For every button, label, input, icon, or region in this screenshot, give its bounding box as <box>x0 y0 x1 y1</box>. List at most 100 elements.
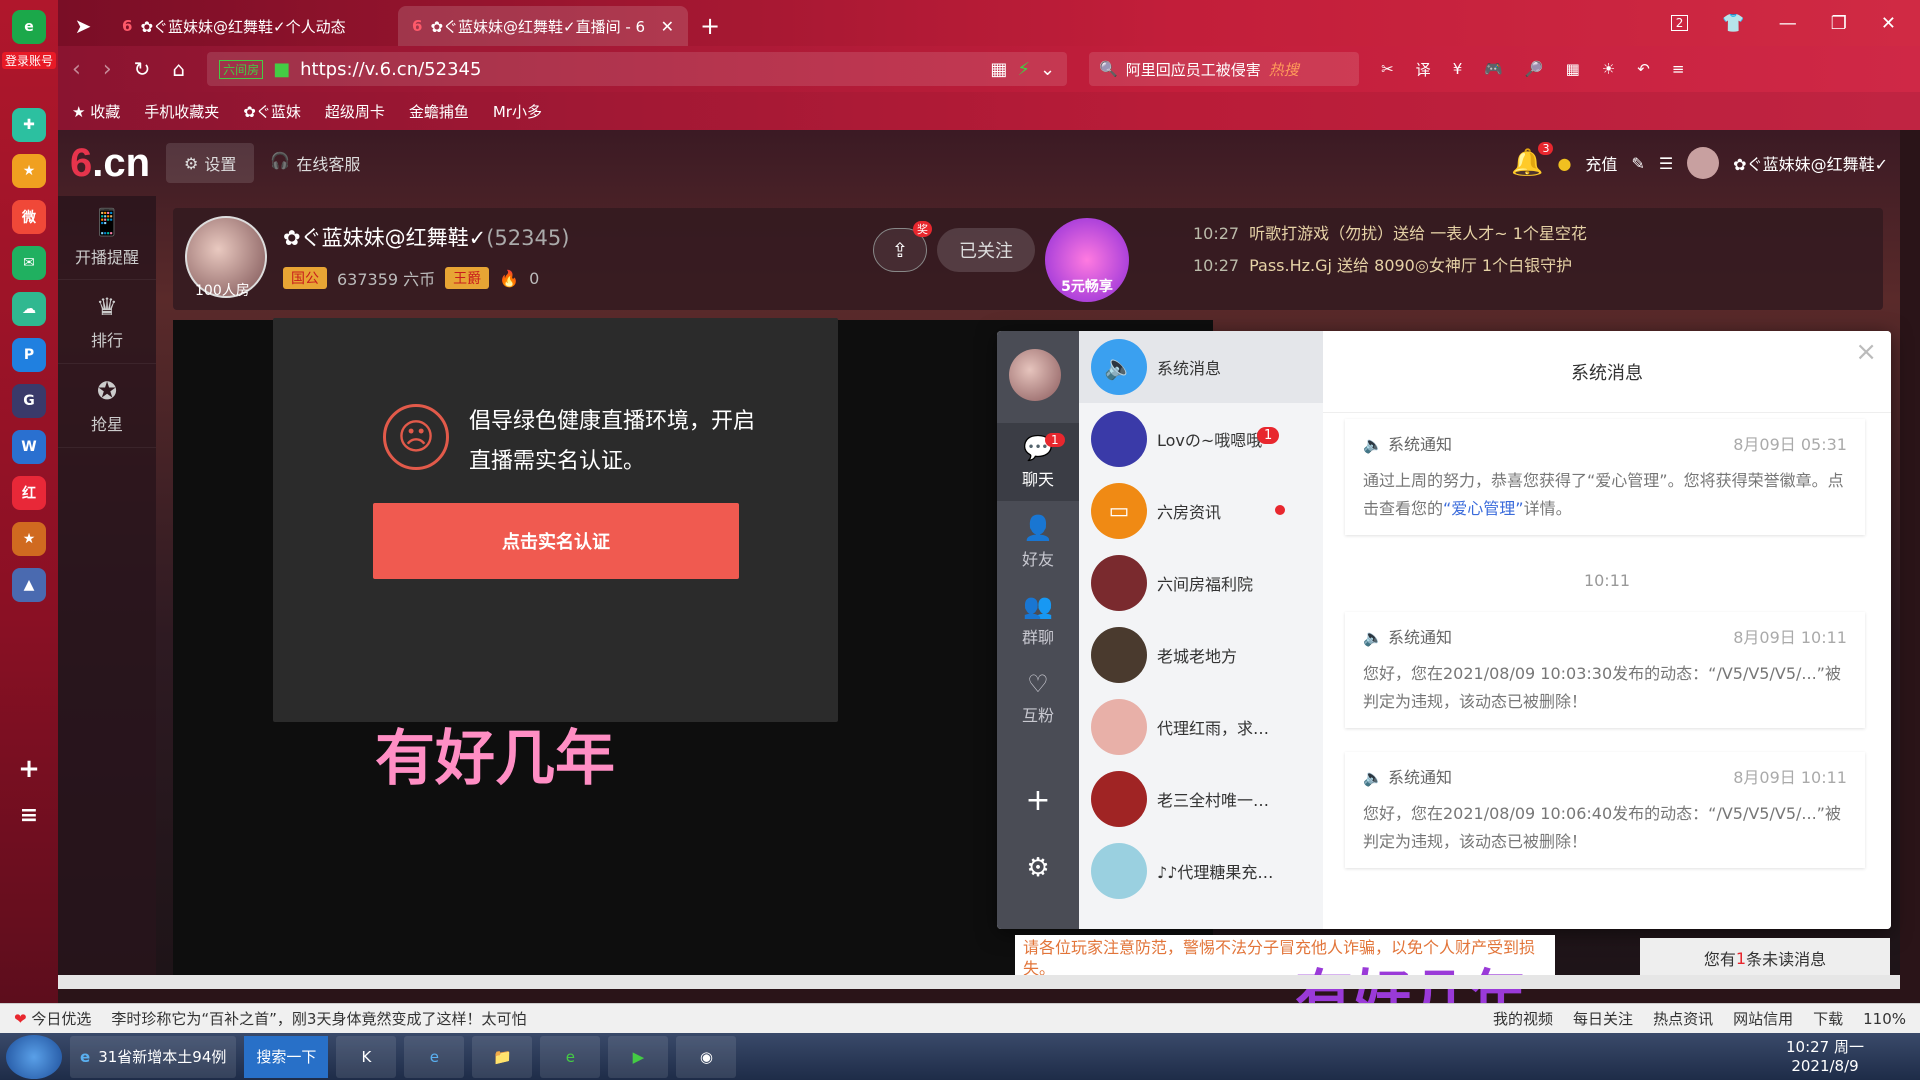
horizontal-scrollbar[interactable] <box>58 975 1900 989</box>
menu-icon[interactable]: ≡ <box>1672 60 1685 78</box>
chat-user-avatar[interactable] <box>1009 349 1061 401</box>
game-app-icon[interactable]: G <box>12 384 46 418</box>
app-icon[interactable]: ◉ <box>676 1035 737 1078</box>
recharge-link[interactable]: 充值 <box>1585 151 1617 175</box>
rail-chat[interactable]: 💬 聊天 1 <box>997 423 1079 501</box>
lightning-icon[interactable]: ⚡ <box>1017 59 1030 80</box>
chat-settings-icon[interactable]: ⚙ <box>997 829 1079 907</box>
ie-browser-icon[interactable]: e <box>404 1035 465 1078</box>
message-link[interactable]: “爱心管理” <box>1443 499 1524 518</box>
conversation-item[interactable]: 代理红雨，求… <box>1079 691 1323 763</box>
my-videos-link[interactable]: 我的视频 <box>1493 1008 1553 1029</box>
cut-icon[interactable]: ✂ <box>1381 60 1394 78</box>
news-link[interactable]: ❤ 今日优选 <box>14 1008 91 1029</box>
site-credit-link[interactable]: 网站信用 <box>1733 1008 1793 1029</box>
search-input[interactable]: 阿里回应员工被侵害 <box>1126 59 1261 80</box>
rail-groups[interactable]: 👥 群聊 <box>997 581 1079 659</box>
close-chat-icon[interactable]: × <box>1855 337 1877 367</box>
undo-icon[interactable]: ↶ <box>1637 60 1650 78</box>
daily-follow-link[interactable]: 每日关注 <box>1573 1008 1633 1029</box>
tab-live-room[interactable]: 6 ✿ぐ蓝妹妹@红舞鞋✓直播间 - 6 ✕ <box>398 6 688 46</box>
game-app-icon-2[interactable]: ★ <box>12 522 46 556</box>
new-tab-button[interactable]: + <box>688 6 732 46</box>
conversation-item[interactable]: 老三全村唯一… <box>1079 763 1323 835</box>
conversation-item[interactable]: Lovの~哦嗯哦 1 <box>1079 403 1323 475</box>
restore-icon[interactable]: ❐ <box>1831 13 1847 34</box>
conversation-item[interactable]: 🔈 系统消息 <box>1079 331 1323 403</box>
weibo-icon[interactable]: 微 <box>12 200 46 234</box>
conversation-item[interactable]: 老城老地方 <box>1079 619 1323 691</box>
list-icon[interactable]: ☰ <box>1659 154 1673 173</box>
minimize-icon[interactable]: — <box>1779 13 1797 34</box>
bookmark-game[interactable]: 金蟾捕鱼 <box>409 101 469 122</box>
taskbar-news[interactable]: e 31省新增本土94例 <box>70 1035 237 1078</box>
game-icon[interactable]: 🎮 <box>1484 60 1503 78</box>
browser-icon[interactable]: e <box>540 1035 601 1078</box>
user-avatar[interactable] <box>1687 147 1720 179</box>
chevron-down-icon[interactable]: ⌄ <box>1040 59 1055 80</box>
close-tab-icon[interactable]: ✕ <box>661 17 674 36</box>
tab-profile[interactable]: 6 ✿ぐ蓝妹妹@红舞鞋✓个人动态 <box>108 6 398 46</box>
share-button[interactable]: ⇪ 奖 <box>873 221 932 272</box>
bookmark-favorites[interactable]: ★ 收藏 <box>72 101 120 122</box>
conversation-item[interactable]: ▭ 六房资讯 <box>1079 475 1323 547</box>
skin-icon[interactable]: 👕 <box>1722 13 1744 34</box>
nav-live-reminder[interactable]: 📱 开播提醒 <box>58 196 156 280</box>
support-link[interactable]: 🎧 在线客服 <box>270 151 360 175</box>
add-app-icon[interactable]: + <box>12 752 46 786</box>
taskbar-search-button[interactable]: 搜索一下 <box>244 1035 329 1078</box>
back-icon[interactable]: ‹ <box>72 57 81 82</box>
start-button[interactable] <box>6 1034 62 1079</box>
address-bar[interactable]: 六间房 ■ https://v.6.cn/52345 ▦ ⚡ ⌄ <box>207 52 1068 86</box>
send-icon[interactable]: ➤ <box>58 6 108 46</box>
zoom-level[interactable]: 110% <box>1863 1010 1906 1028</box>
settings-button[interactable]: ⚙ 设置 <box>166 143 255 183</box>
xiaohongshu-icon[interactable]: 红 <box>12 476 46 510</box>
browser-logo-icon[interactable]: e <box>12 10 46 44</box>
nav-ranking[interactable]: ♛ 排行 <box>58 280 156 364</box>
kugou-icon[interactable]: K <box>336 1035 397 1078</box>
app-icon-1[interactable]: ✚ <box>12 108 46 142</box>
add-chat-icon[interactable]: + <box>997 761 1079 839</box>
follow-button[interactable]: 已关注 <box>937 228 1035 272</box>
tab-count-icon[interactable]: 2 <box>1670 15 1689 31</box>
rail-mutual[interactable]: ♡ 互粉 <box>997 659 1079 737</box>
bookmark-mobile[interactable]: 手机收藏夹 <box>144 101 219 122</box>
promo-badge[interactable]: 5元畅享 <box>1045 218 1129 302</box>
edit-icon[interactable]: ✎ <box>1631 154 1644 173</box>
money-icon[interactable]: ¥ <box>1453 60 1463 78</box>
user-name[interactable]: ✿ぐ蓝妹妹@红舞鞋✓ <box>1733 151 1888 175</box>
zoom-icon[interactable]: 🔎 <box>1525 60 1544 78</box>
bookmark-mr[interactable]: Mr小多 <box>493 101 542 122</box>
rail-friends[interactable]: 👤 好友 <box>997 503 1079 581</box>
qr-icon[interactable]: ▦ <box>990 59 1007 80</box>
menu-icon[interactable]: ≡ <box>12 798 46 832</box>
cloud-icon[interactable]: ☁ <box>12 292 46 326</box>
login-badge[interactable]: 登录账号 <box>2 52 56 69</box>
nav-grab-star[interactable]: ✪ 抢星 <box>58 364 156 448</box>
download-link[interactable]: 下载 <box>1813 1008 1843 1029</box>
video-player-icon[interactable]: ▶ <box>608 1035 669 1078</box>
bookmark-weekly[interactable]: 超级周卡 <box>325 101 385 122</box>
close-window-icon[interactable]: ✕ <box>1881 13 1896 34</box>
conversation-item[interactable]: ♪♪代理糖果充… <box>1079 835 1323 907</box>
conversation-item[interactable]: 六间房福利院 <box>1079 547 1323 619</box>
bookmark-room[interactable]: ✿ぐ蓝妹 <box>243 101 301 122</box>
headline[interactable]: 李时珍称它为“百补之首”，刚3天身体竟然变成了这样！太可怕 <box>111 1008 526 1029</box>
unread-notice[interactable]: 您有 1 条未读消息 <box>1640 938 1890 978</box>
apps-icon[interactable]: ▦ <box>1566 60 1580 78</box>
notification-icon[interactable]: 🔔 3 <box>1511 142 1554 178</box>
forward-icon[interactable]: › <box>103 57 112 82</box>
refresh-icon[interactable]: ↻ <box>134 57 151 81</box>
translate-icon[interactable]: 译 <box>1416 59 1431 80</box>
hot-news-link[interactable]: 热点资讯 <box>1653 1008 1713 1029</box>
site-logo[interactable]: 6.cn <box>70 141 150 186</box>
p-app-icon[interactable]: P <box>12 338 46 372</box>
star-app-icon[interactable]: ★ <box>12 154 46 188</box>
brightness-icon[interactable]: ☀ <box>1602 60 1615 78</box>
mail-icon[interactable]: ✉ <box>12 246 46 280</box>
word-icon[interactable]: W <box>12 430 46 464</box>
verify-button[interactable]: 点击实名认证 <box>373 503 739 579</box>
folder-icon[interactable]: 📁 <box>472 1035 533 1078</box>
search-box[interactable]: 🔍 阿里回应员工被侵害 热搜 <box>1089 52 1360 86</box>
